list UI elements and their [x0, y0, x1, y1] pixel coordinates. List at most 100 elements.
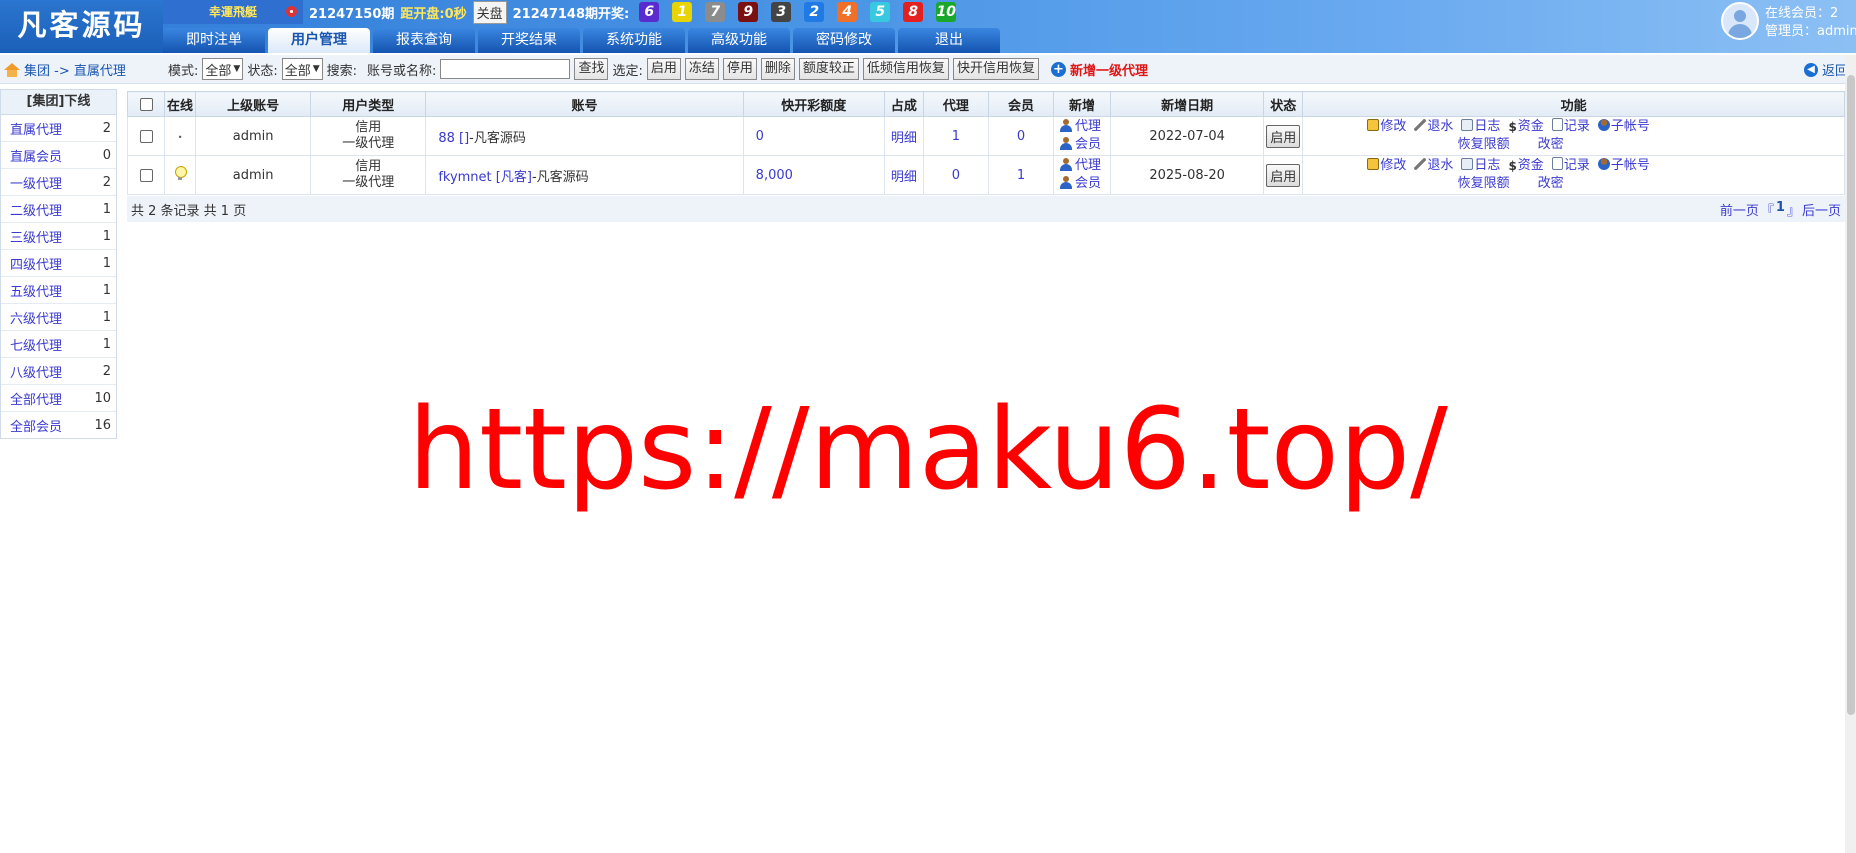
members-count-link[interactable]: 1	[1017, 168, 1025, 183]
records-link[interactable]: 记录	[1551, 157, 1590, 175]
nav-tab[interactable]: 系统功能	[583, 28, 685, 53]
sidebar-item-label[interactable]: 直属会员	[10, 146, 62, 165]
prev-page-link[interactable]: 前一页	[1720, 200, 1759, 219]
batch-action-button[interactable]: 额度较正	[798, 58, 859, 80]
change-password-link[interactable]: 改密	[1538, 175, 1564, 193]
table-row: • admin 信用 一级代理 88 []-凡客源码 0 明细 1 0 代理 会员 2022-07-0…	[126, 116, 1845, 156]
nav-tab[interactable]: 用户管理	[268, 28, 370, 53]
add-member-link[interactable]: 会员	[1059, 136, 1110, 154]
sidebar-item[interactable]: 一级代理 2	[1, 169, 116, 196]
batch-action-button[interactable]: 停用	[722, 58, 757, 80]
batch-action-button[interactable]: 删除	[760, 58, 795, 80]
restore-limit-link[interactable]: 恢复限额	[1458, 136, 1510, 154]
sidebar-item[interactable]: 四级代理 1	[1, 250, 116, 277]
search-input[interactable]	[440, 59, 571, 79]
add-agent-link[interactable]: 代理	[1059, 157, 1110, 175]
breadcrumb-text[interactable]: 集团 -> 直属代理	[24, 60, 126, 79]
edit-link[interactable]: 修改	[1367, 118, 1406, 136]
nav-tab[interactable]: 开奖结果	[478, 28, 580, 53]
status-button[interactable]: 启用	[1266, 124, 1301, 148]
sidebar-item[interactable]: 直属会员 0	[1, 142, 116, 169]
quota-cell: 0	[742, 116, 885, 156]
rebate-link-label: 退水	[1427, 158, 1454, 173]
sidebar-item-label[interactable]: 二级代理	[10, 200, 62, 219]
log-link-label: 日志	[1474, 158, 1501, 173]
sidebar-item[interactable]: 直属代理 2	[1, 115, 116, 142]
nav-tab[interactable]: 高级功能	[688, 28, 790, 53]
rebate-link[interactable]: 退水	[1414, 118, 1453, 136]
back-button[interactable]: ◀ 返回	[1803, 60, 1848, 79]
sub-account-icon	[1597, 119, 1610, 131]
sub-account-link[interactable]: 子帐号	[1597, 157, 1650, 175]
sidebar-item-label[interactable]: 八级代理	[10, 362, 62, 381]
nav-tab[interactable]: 退出	[898, 28, 1000, 53]
account-id-link[interactable]: fkymnet	[438, 170, 491, 185]
share-detail-link[interactable]: 明细	[891, 170, 917, 185]
add-agent-link[interactable]: 代理	[1059, 118, 1110, 136]
column-header: 功能	[1302, 91, 1845, 117]
sidebar-item-label[interactable]: 四级代理	[10, 254, 62, 273]
status-button[interactable]: 启用	[1266, 163, 1301, 187]
column-header: 用户类型	[310, 91, 427, 117]
sidebar-item-label[interactable]: 直属代理	[10, 119, 62, 138]
funds-link[interactable]: $资金	[1508, 157, 1543, 175]
select-all-checkbox[interactable]	[139, 97, 153, 111]
sidebar-item[interactable]: 八级代理 2	[1, 358, 116, 385]
sidebar-item-label[interactable]: 六级代理	[10, 308, 62, 327]
edit-link[interactable]: 修改	[1367, 157, 1406, 175]
user-type-cell: 信用 一级代理	[310, 116, 427, 156]
sidebar-item-label[interactable]: 五级代理	[10, 281, 62, 300]
search-button[interactable]: 查找	[574, 58, 609, 80]
next-page-link[interactable]: 后一页	[1802, 200, 1841, 219]
rebate-link[interactable]: 退水	[1414, 157, 1453, 175]
sub-account-link[interactable]: 子帐号	[1597, 118, 1650, 136]
log-link[interactable]: 日志	[1461, 157, 1500, 175]
batch-action-button[interactable]: 冻结	[684, 58, 719, 80]
sidebar-item-label[interactable]: 七级代理	[10, 335, 62, 354]
add-agent-button[interactable]: + 新增一级代理	[1050, 60, 1148, 79]
records-link[interactable]: 记录	[1551, 118, 1590, 136]
column-header: 代理	[922, 91, 989, 117]
sidebar-item-label[interactable]: 一级代理	[10, 173, 62, 192]
batch-action-button[interactable]: 启用	[646, 58, 681, 80]
log-link[interactable]: 日志	[1461, 118, 1500, 136]
restore-limit-link[interactable]: 恢复限额	[1458, 175, 1510, 193]
nav-tab[interactable]: 密码修改	[793, 28, 895, 53]
mode-select[interactable]: 全部 ▼	[202, 58, 244, 80]
share-detail-link[interactable]: 明细	[891, 131, 917, 146]
quota-link[interactable]: 0	[756, 129, 764, 144]
funds-link[interactable]: $资金	[1508, 118, 1543, 136]
close-market-button[interactable]: 关盘	[472, 0, 507, 24]
row-checkbox[interactable]	[139, 168, 153, 182]
sidebar-item[interactable]: 三级代理 1	[1, 223, 116, 250]
batch-action-button[interactable]: 低频信用恢复	[862, 58, 949, 80]
nav-tab[interactable]: 即时注单	[163, 28, 265, 53]
functions-line-2: 恢复限额 改密	[1303, 136, 1714, 154]
sidebar-item[interactable]: 七级代理 1	[1, 331, 116, 358]
agents-count-link[interactable]: 1	[952, 129, 960, 144]
agents-count-link[interactable]: 0	[952, 168, 960, 183]
row-checkbox[interactable]	[139, 129, 153, 143]
add-member-link[interactable]: 会员	[1059, 175, 1110, 193]
members-count-link[interactable]: 0	[1017, 129, 1025, 144]
current-page[interactable]: 1	[1776, 200, 1785, 219]
status-select[interactable]: 全部 ▼	[281, 58, 323, 80]
column-header: 在线	[164, 91, 197, 117]
account-id-link[interactable]: 88	[438, 131, 455, 146]
add-member-label: 会员	[1074, 176, 1101, 191]
user-info: 在线会员：2 管理员：admin	[1721, 0, 1856, 53]
account-alias[interactable]: []	[459, 131, 469, 146]
sidebar-item[interactable]: 五级代理 1	[1, 277, 116, 304]
nav-tab[interactable]: 报表查询	[373, 28, 475, 53]
scrollbar-thumb[interactable]	[1847, 75, 1855, 715]
sidebar-item-label[interactable]: 三级代理	[10, 227, 62, 246]
page-scrollbar[interactable]	[1845, 55, 1856, 853]
lottery-name[interactable]: 幸運飛艇	[163, 0, 303, 24]
change-password-link[interactable]: 改密	[1538, 136, 1564, 154]
sidebar-item[interactable]: 六级代理 1	[1, 304, 116, 331]
select-all-cell	[126, 91, 166, 117]
quota-link[interactable]: 8,000	[756, 168, 793, 183]
sidebar-item[interactable]: 二级代理 1	[1, 196, 116, 223]
account-alias[interactable]: [凡客]	[496, 170, 532, 185]
batch-action-button[interactable]: 快开信用恢复	[952, 58, 1039, 80]
